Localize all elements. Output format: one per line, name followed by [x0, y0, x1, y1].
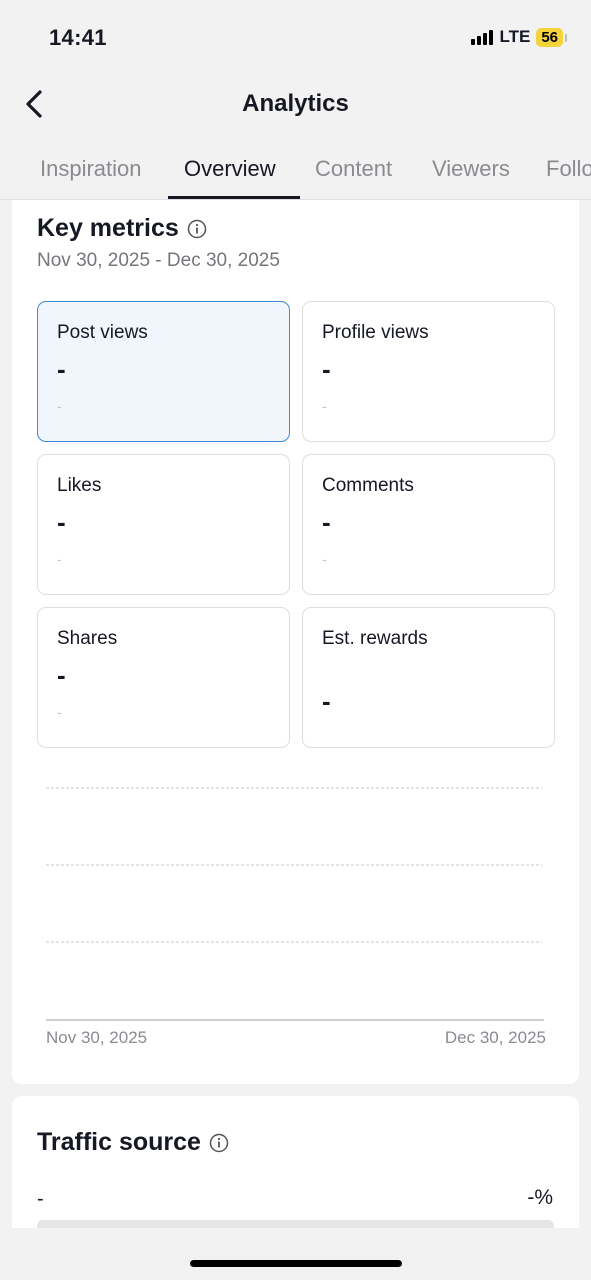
battery-icon: 56 [536, 27, 567, 47]
key-metrics-heading: Key metrics [37, 214, 207, 243]
signal-icon [471, 29, 494, 45]
metric-card-shares[interactable]: Shares - - [37, 607, 290, 748]
metric-change: - [322, 551, 327, 567]
nav-header: Analytics [0, 76, 591, 136]
metric-label: Shares [57, 628, 118, 649]
traffic-source-heading: Traffic source [37, 1128, 229, 1157]
metric-card-post-views[interactable]: Post views - - [37, 301, 290, 442]
metric-label: Est. rewards [322, 628, 428, 649]
metric-value: - [57, 660, 66, 690]
tab-inspiration[interactable]: Inspiration [40, 156, 142, 182]
tab-viewers[interactable]: Viewers [432, 156, 510, 182]
traffic-source-title: Traffic source [37, 1128, 201, 1156]
metric-card-comments[interactable]: Comments - - [302, 454, 555, 595]
network-type: LTE [499, 27, 531, 46]
status-bar: 14:41 LTE 56 [0, 0, 591, 76]
key-metrics-title: Key metrics [37, 214, 179, 242]
key-metrics-card: Key metrics Nov 30, 2025 - Dec 30, 2025 … [12, 200, 579, 1084]
metric-change: - [57, 551, 62, 567]
traffic-row-value: -% [527, 1186, 553, 1209]
tab-overview[interactable]: Overview [184, 156, 276, 182]
tab-bar: Inspiration Overview Content Viewers Fol… [0, 140, 591, 200]
active-tab-indicator [168, 196, 300, 199]
status-indicators: LTE 56 [471, 27, 567, 47]
metric-value: - [322, 354, 331, 384]
info-icon[interactable] [187, 219, 207, 239]
tab-content[interactable]: Content [315, 156, 392, 182]
metric-value: - [57, 507, 66, 537]
metric-change: - [322, 398, 327, 414]
metric-card-likes[interactable]: Likes - - [37, 454, 290, 595]
chart-x-tick-end: Dec 30, 2025 [444, 1028, 546, 1047]
status-time: 14:41 [49, 25, 107, 50]
metric-card-est-rewards[interactable]: Est. rewards - [302, 607, 555, 748]
bottom-safe-area [0, 1228, 591, 1280]
info-icon[interactable] [209, 1133, 229, 1153]
metric-label: Post views [57, 322, 148, 343]
traffic-row-label: - [37, 1188, 44, 1210]
metric-label: Profile views [322, 322, 429, 343]
metric-label: Comments [322, 475, 414, 496]
metric-label: Likes [57, 475, 102, 496]
metric-card-profile-views[interactable]: Profile views - - [302, 301, 555, 442]
tab-followers[interactable]: Followers [546, 156, 591, 182]
metric-value: - [57, 354, 66, 384]
date-range: Nov 30, 2025 - Dec 30, 2025 [37, 250, 280, 271]
trend-chart [46, 787, 544, 1021]
metric-value: - [322, 507, 331, 537]
home-indicator [190, 1260, 402, 1267]
metric-change: - [57, 704, 62, 720]
metric-change: - [57, 398, 62, 414]
page-title: Analytics [242, 90, 349, 117]
metric-value: - [322, 686, 331, 716]
chart-x-tick-start: Nov 30, 2025 [46, 1028, 148, 1047]
